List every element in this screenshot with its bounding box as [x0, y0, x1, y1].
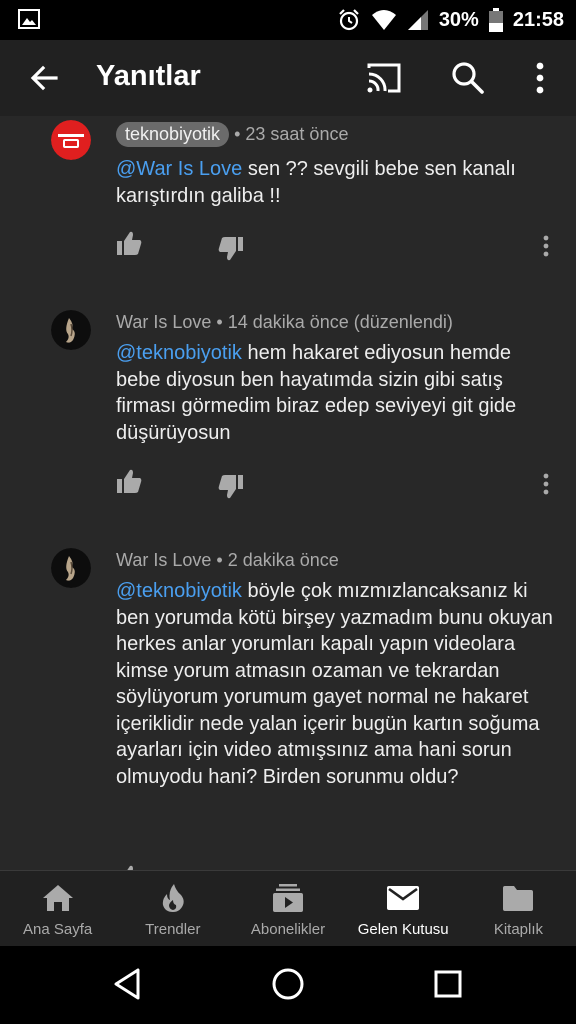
- back-arrow-icon[interactable]: [26, 60, 62, 96]
- comment-time: • 2 dakika önce: [216, 550, 339, 570]
- nav-trending[interactable]: Trendler: [115, 871, 230, 946]
- dislike-icon[interactable]: [216, 234, 246, 264]
- like-icon[interactable]: [114, 228, 144, 258]
- comment-more-icon[interactable]: [538, 470, 554, 500]
- recents-square-icon[interactable]: [430, 966, 466, 1002]
- nav-label: Ana Sayfa: [22, 921, 93, 938]
- replies-list[interactable]: teknobiyotik • 23 saat önce @War Is Love…: [0, 116, 576, 870]
- battery-icon: [488, 8, 503, 32]
- signal-icon: [407, 10, 428, 30]
- war-is-love-avatar-icon: [51, 310, 91, 350]
- dislike-icon[interactable]: [216, 472, 246, 502]
- nav-inbox[interactable]: Gelen Kutusu: [346, 871, 461, 946]
- nav-library[interactable]: Kitaplık: [461, 871, 576, 946]
- like-icon[interactable]: [114, 862, 144, 870]
- cast-icon[interactable]: [364, 58, 404, 98]
- nav-label: Abonelikler: [250, 921, 326, 938]
- home-icon: [42, 885, 73, 911]
- alarm-icon: [339, 9, 359, 31]
- like-icon[interactable]: [114, 466, 144, 496]
- back-triangle-icon[interactable]: [110, 966, 146, 1002]
- comment-text: @teknobiyotik böyle çok mızmızlancaksanı…: [116, 578, 556, 790]
- mention-link[interactable]: @War Is Love: [116, 158, 242, 180]
- teknobiyotik-avatar-icon: [51, 120, 91, 160]
- flame-icon: [162, 884, 184, 912]
- comment-author[interactable]: War Is Love: [116, 312, 211, 332]
- image-icon: [18, 9, 40, 29]
- nav-label: Trendler: [145, 921, 201, 938]
- app-bar: Yanıtlar: [0, 40, 576, 116]
- nav-subscriptions[interactable]: Abonelikler: [230, 871, 345, 946]
- search-icon[interactable]: [448, 58, 488, 98]
- battery-percent: 30%: [438, 8, 479, 31]
- clock: 21:58: [512, 8, 564, 31]
- folder-icon: [503, 886, 534, 911]
- more-vertical-icon[interactable]: [522, 58, 558, 98]
- mention-link[interactable]: @teknobiyotik: [116, 342, 242, 364]
- bottom-navigation: Ana Sayfa Trendler Abonelikler Gelen Kut…: [0, 870, 576, 946]
- avatar[interactable]: [51, 310, 91, 350]
- comment-meta: teknobiyotik • 23 saat önce: [116, 122, 348, 147]
- comment-body: böyle çok mızmızlancaksanız ki ben yorum…: [116, 580, 553, 788]
- comment-meta: War Is Love • 14 dakika önce (düzenlendi…: [116, 312, 453, 333]
- comment-author[interactable]: War Is Love: [116, 550, 211, 570]
- nav-home[interactable]: Ana Sayfa: [0, 871, 115, 946]
- war-is-love-avatar-icon: [51, 548, 91, 588]
- nav-label: Gelen Kutusu: [357, 921, 449, 938]
- status-bar: 30% 21:58: [0, 0, 576, 40]
- nav-label: Kitaplık: [493, 921, 544, 938]
- avatar[interactable]: [51, 120, 91, 160]
- comment-text: @War Is Love sen ?? sevgili bebe sen kan…: [116, 156, 556, 209]
- avatar[interactable]: [51, 548, 91, 588]
- system-navigation-bar: [0, 946, 576, 1024]
- page-title: Yanıtlar: [96, 60, 201, 92]
- wifi-icon: [371, 10, 396, 30]
- comment-more-icon[interactable]: [538, 232, 554, 262]
- comment-text: @teknobiyotik hem hakaret ediyosun hemde…: [116, 340, 556, 446]
- comment-time: • 23 saat önce: [234, 124, 349, 144]
- comment-author[interactable]: teknobiyotik: [116, 122, 230, 147]
- mail-icon: [387, 886, 420, 910]
- comment-time: • 14 dakika önce (düzenlendi): [216, 312, 453, 332]
- comment-meta: War Is Love • 2 dakika önce: [116, 550, 339, 571]
- home-circle-icon[interactable]: [270, 966, 306, 1002]
- mention-link[interactable]: @teknobiyotik: [116, 580, 242, 602]
- subscriptions-icon: [273, 884, 303, 912]
